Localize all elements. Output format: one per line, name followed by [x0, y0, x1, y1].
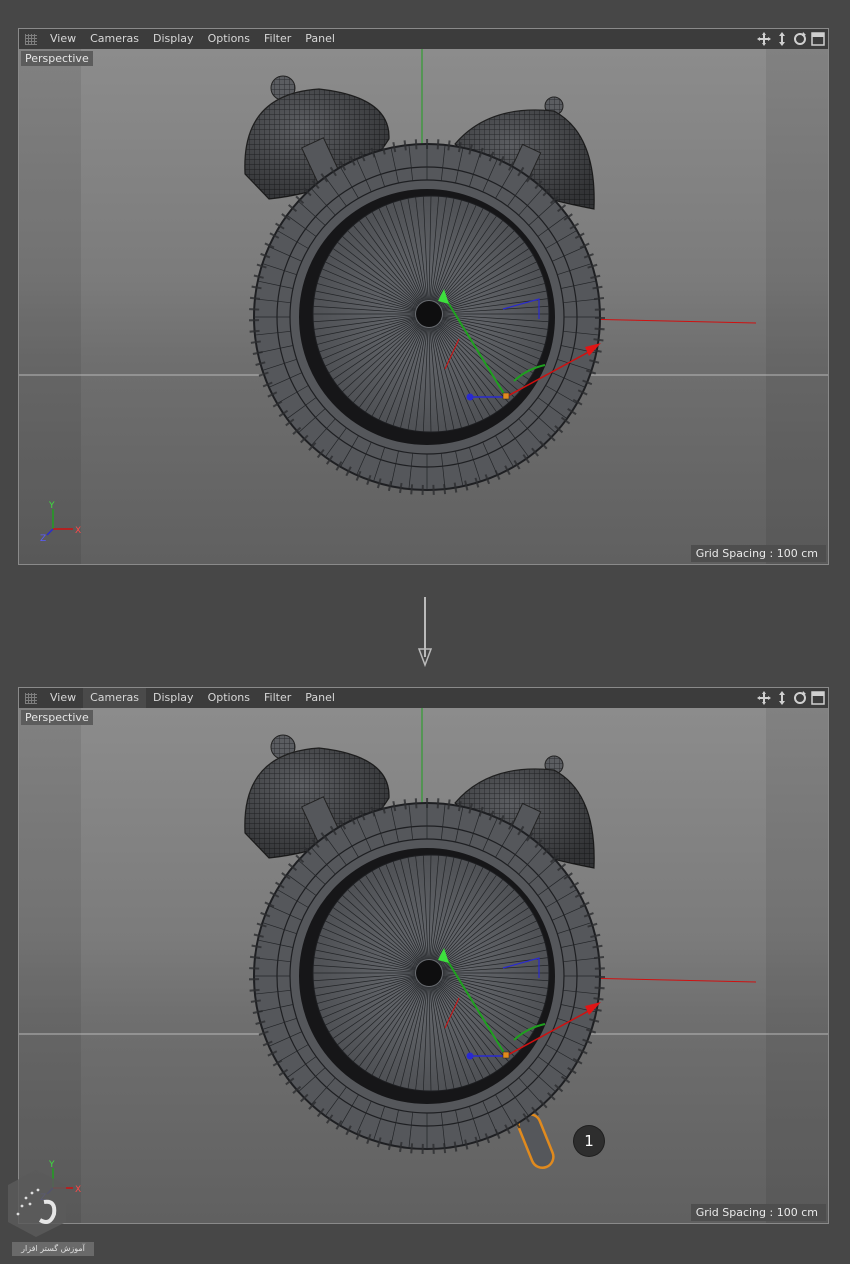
watermark-logo-icon — [8, 1170, 66, 1237]
axis-z-label: Z — [40, 534, 46, 544]
scene-render: Y X Z — [19, 708, 828, 1223]
rotate-view-icon[interactable] — [792, 690, 808, 706]
axis-y-label: Y — [48, 501, 55, 511]
move-view-icon[interactable] — [756, 31, 772, 47]
grip-icon[interactable] — [25, 692, 37, 704]
zoom-view-icon[interactable] — [774, 690, 790, 706]
clock-body — [249, 139, 605, 495]
maximize-view-icon[interactable] — [810, 31, 826, 47]
maximize-view-icon[interactable] — [810, 690, 826, 706]
grid-spacing-readout: Grid Spacing : 100 cm — [690, 1204, 826, 1221]
menu-cameras[interactable]: Cameras — [83, 688, 147, 708]
viewport-menubar: View Cameras Display Options Filter Pane… — [19, 688, 828, 709]
scene-render: Y X Z — [19, 49, 828, 564]
zoom-view-icon[interactable] — [774, 31, 790, 47]
viewport-canvas[interactable]: Y X Z Perspective Grid Spacing : 100 cm — [19, 49, 828, 564]
grip-icon[interactable] — [25, 33, 37, 45]
menu-options[interactable]: Options — [201, 688, 257, 708]
watermark-logo: آموزش گستر افزار — [6, 1160, 94, 1260]
menu-options[interactable]: Options — [201, 29, 257, 49]
menu-display[interactable]: Display — [146, 29, 201, 49]
menu-cameras[interactable]: Cameras — [83, 29, 146, 49]
menu-view[interactable]: View — [43, 29, 83, 49]
camera-label: Perspective — [21, 51, 93, 66]
viewport-canvas[interactable]: Y X Z Perspective Grid Spacing : 100 cm — [19, 708, 828, 1223]
camera-label: Perspective — [21, 710, 93, 725]
axis-x-label: X — [75, 526, 81, 536]
clock-body — [249, 798, 605, 1154]
menu-view[interactable]: View — [43, 688, 83, 708]
menu-panel[interactable]: Panel — [298, 29, 342, 49]
rotate-view-icon[interactable] — [792, 31, 808, 47]
arrow-down-icon — [417, 597, 433, 667]
viewport-top[interactable]: View Cameras Display Options Filter Pane… — [18, 28, 829, 565]
viewport-menubar: View Cameras Display Options Filter Pane… — [19, 29, 828, 50]
move-view-icon[interactable] — [756, 690, 772, 706]
menu-display[interactable]: Display — [146, 688, 201, 708]
grid-spacing-readout: Grid Spacing : 100 cm — [690, 545, 826, 562]
menu-filter[interactable]: Filter — [257, 688, 298, 708]
step-number-badge: 1 — [574, 1126, 604, 1156]
menu-filter[interactable]: Filter — [257, 29, 298, 49]
watermark-text: آموزش گستر افزار — [12, 1242, 94, 1256]
menu-panel[interactable]: Panel — [298, 688, 342, 708]
viewport-bottom[interactable]: View Cameras Display Options Filter Pane… — [18, 687, 829, 1224]
